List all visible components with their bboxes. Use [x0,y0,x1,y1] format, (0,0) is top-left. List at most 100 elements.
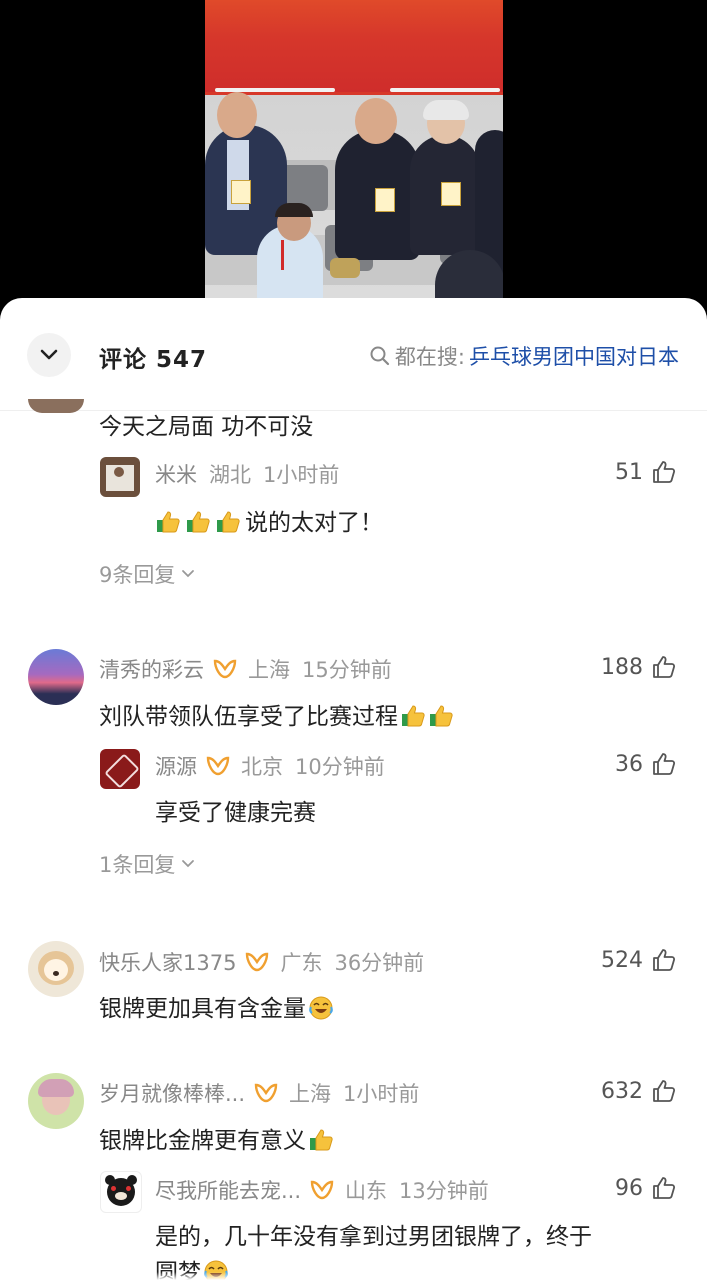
comment-location: 上海 [289,1082,332,1106]
like-count: 51 [615,459,643,485]
reply-time: 10分钟前 [295,755,385,779]
video-player[interactable] [205,0,503,300]
vip-badge-icon [310,1180,334,1200]
thumbs-up-icon [653,753,676,775]
thumbs-up-icon [653,461,676,483]
vip-badge-icon [254,1083,278,1103]
reply-meta: 米米 湖北 1小时前 [155,459,339,489]
railing [390,88,500,92]
hair [275,203,313,217]
reply-text-body: 说的太对了！ [245,510,383,536]
hair [423,100,469,120]
thumbs-up-icon [653,949,676,971]
thumbs-up-icon [653,1177,676,1199]
like-button[interactable]: 632 [601,1078,677,1104]
spectator-head [355,98,397,144]
comment-text-body: 银牌更加具有含金量 [99,996,306,1022]
arena-wall [205,0,503,92]
thumbs-up-emoji-icon [217,511,240,533]
like-button[interactable]: 96 [615,1175,677,1201]
like-count: 188 [601,654,643,680]
comment-text: 刘队带领队伍享受了比赛过程 [99,697,454,731]
like-count: 36 [615,751,643,777]
thumbs-up-emoji-icon [430,705,453,727]
thumbs-up-emoji-icon [402,705,425,727]
hot-search-keyword[interactable]: 乒乓球男团中国对日本 [469,341,679,371]
vip-badge-icon [246,952,269,972]
chevron-down-icon [182,570,195,578]
comment-text-body: 刘队带领队伍享受了比赛过程 [99,704,398,730]
comment-time: 15分钟前 [302,658,392,682]
avatar[interactable] [28,399,84,413]
like-button[interactable]: 524 [601,947,677,973]
reply-avatar[interactable] [100,457,140,497]
like-button[interactable]: 36 [615,751,677,777]
view-replies-button[interactable]: 1条回复 [99,849,195,879]
accreditation-badge [441,182,461,206]
laugh-cry-emoji-icon [309,996,333,1020]
reply-count-label: 1条回复 [99,853,176,877]
reply-avatar[interactable] [100,1171,142,1213]
bottom-fade [0,1272,707,1280]
like-count: 632 [601,1078,643,1104]
reply-meta: 源源 北京 10分钟前 [155,751,385,781]
reply-username[interactable]: 源源 [155,751,197,781]
reply-username[interactable]: 米米 [155,459,197,489]
search-icon [370,346,390,366]
comment-count-title: 评论 547 [99,347,208,373]
accreditation-badge [231,180,251,204]
view-replies-button[interactable]: 9条回复 [99,559,195,589]
comment-text: 银牌比金牌更有意义 [99,1121,334,1155]
reply-count-label: 9条回复 [99,563,176,587]
comment-time: 1小时前 [343,1082,420,1106]
thumbs-up-emoji-icon [157,511,180,533]
comment-location: 上海 [248,658,290,682]
like-count: 524 [601,947,643,973]
avatar[interactable] [28,649,84,705]
comment-meta: 清秀的彩云 上海 15分钟前 [99,654,392,684]
thumbs-up-emoji-icon [310,1129,333,1151]
accreditation-badge [375,188,395,212]
comment-username[interactable]: 清秀的彩云 [99,654,204,684]
lanyard [281,240,284,270]
reply-location: 北京 [241,755,283,779]
hot-search-prefix: 都在搜: [394,345,465,369]
spectator-head [217,92,257,138]
reply-time: 1小时前 [263,463,340,487]
comment-meta: 岁月就像棒棒... 上海 1小时前 [99,1078,419,1108]
reply-location: 湖北 [209,463,251,487]
thumbs-up-emoji-icon [187,511,210,533]
comment-meta: 快乐人家1375 广东 36分钟前 [99,947,424,977]
collapse-button[interactable] [27,333,71,377]
comment-username[interactable]: 快乐人家1375 [99,947,236,977]
comment-text: 银牌更加具有含金量 [99,989,334,1023]
reply-time: 13分钟前 [399,1179,489,1203]
comment-location: 广东 [280,951,323,975]
comments-sheet: 评论 547 都在搜: 乒乓球男团中国对日本 今天之局面 功不可没 米米 湖北 … [0,298,707,1280]
comments-header: 评论 547 都在搜: 乒乓球男团中国对日本 [0,298,707,411]
reply-text-line: 是的，几十年没有拿到过男团银牌了，终于 [155,1224,592,1250]
reply-text: 享受了健康完赛 [155,800,316,826]
like-count: 96 [615,1175,643,1201]
chevron-down-icon [182,860,195,868]
reply-meta: 尽我所能去宠... 山东 13分钟前 [155,1175,489,1205]
thumbs-up-icon [653,656,676,678]
reply-username[interactable]: 尽我所能去宠... [155,1175,301,1205]
comment-username[interactable]: 岁月就像棒棒... [99,1078,245,1108]
reply-avatar[interactable] [100,749,140,789]
comment-text-body: 银牌比金牌更有意义 [99,1128,306,1154]
avatar[interactable] [28,1073,84,1129]
hot-search-link[interactable]: 都在搜: 乒乓球男团中国对日本 [369,341,679,371]
avatar[interactable] [28,941,84,997]
like-button[interactable]: 188 [601,654,677,680]
bag [330,258,360,278]
comment-time: 36分钟前 [334,951,425,975]
vip-badge-icon [213,659,237,679]
reply-text: 说的太对了！ [155,503,383,537]
comment-text: 今天之局面 功不可没 [99,414,314,440]
vip-badge-icon [206,756,230,776]
chevron-down-icon [40,349,58,360]
thumbs-up-icon [653,1080,676,1102]
like-button[interactable]: 51 [615,459,677,485]
reply-location: 山东 [345,1179,388,1203]
